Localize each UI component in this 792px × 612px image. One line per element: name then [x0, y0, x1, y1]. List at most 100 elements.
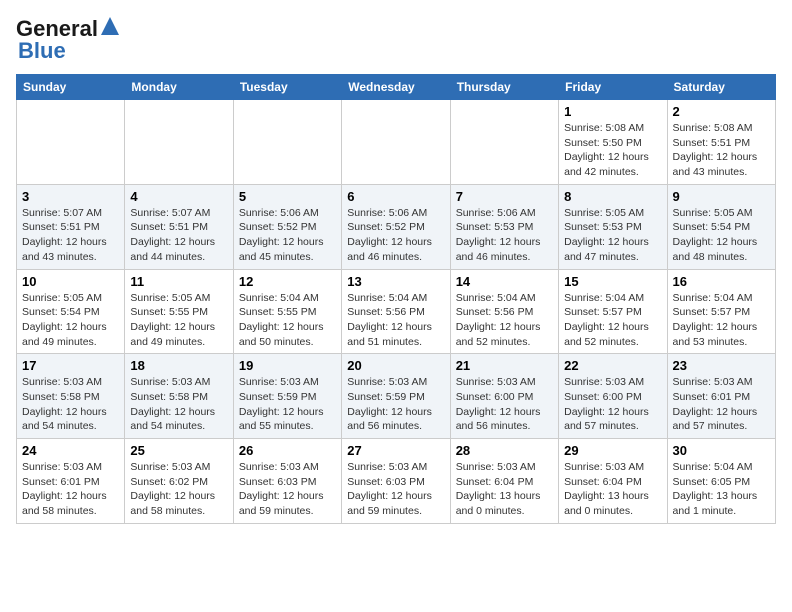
day-number: 17	[22, 358, 119, 373]
day-info: Sunrise: 5:04 AM Sunset: 5:55 PM Dayligh…	[239, 291, 336, 350]
calendar-cell: 4 Sunrise: 5:07 AM Sunset: 5:51 PM Daylig…	[125, 184, 233, 269]
day-number: 2	[673, 104, 770, 119]
day-number: 25	[130, 443, 227, 458]
calendar-cell: 27 Sunrise: 5:03 AM Sunset: 6:03 PM Dayli…	[342, 439, 450, 524]
day-number: 22	[564, 358, 661, 373]
day-number: 10	[22, 274, 119, 289]
calendar-cell: 25 Sunrise: 5:03 AM Sunset: 6:02 PM Dayli…	[125, 439, 233, 524]
weekday-header-thursday: Thursday	[450, 75, 558, 100]
day-info: Sunrise: 5:03 AM Sunset: 6:04 PM Dayligh…	[456, 460, 553, 519]
day-number: 3	[22, 189, 119, 204]
calendar-week-row: 1 Sunrise: 5:08 AM Sunset: 5:50 PM Daylig…	[17, 100, 776, 185]
calendar-cell	[342, 100, 450, 185]
weekday-header-wednesday: Wednesday	[342, 75, 450, 100]
calendar-cell	[450, 100, 558, 185]
calendar-cell: 20Sunrise: 5:03 AM Sunset: 5:59 PM Dayli…	[342, 354, 450, 439]
calendar-cell: 3 Sunrise: 5:07 AM Sunset: 5:51 PM Daylig…	[17, 184, 125, 269]
day-info: Sunrise: 5:04 AM Sunset: 5:56 PM Dayligh…	[347, 291, 444, 350]
day-number: 30	[673, 443, 770, 458]
day-number: 14	[456, 274, 553, 289]
calendar-week-row: 10 Sunrise: 5:05 AM Sunset: 5:54 PM Dayli…	[17, 269, 776, 354]
calendar-cell	[125, 100, 233, 185]
day-info: Sunrise: 5:08 AM Sunset: 5:51 PM Dayligh…	[673, 121, 770, 180]
day-info: Sunrise: 5:08 AM Sunset: 5:50 PM Dayligh…	[564, 121, 661, 180]
weekday-header-sunday: Sunday	[17, 75, 125, 100]
day-number: 19	[239, 358, 336, 373]
calendar-cell: 7 Sunrise: 5:06 AM Sunset: 5:53 PM Daylig…	[450, 184, 558, 269]
day-number: 6	[347, 189, 444, 204]
day-number: 21	[456, 358, 553, 373]
day-number: 24	[22, 443, 119, 458]
calendar-cell: 24 Sunrise: 5:03 AM Sunset: 6:01 PM Dayli…	[17, 439, 125, 524]
day-info: Sunrise: 5:05 AM Sunset: 5:55 PM Dayligh…	[130, 291, 227, 350]
day-number: 4	[130, 189, 227, 204]
calendar-cell: 2 Sunrise: 5:08 AM Sunset: 5:51 PM Daylig…	[667, 100, 775, 185]
day-number: 11	[130, 274, 227, 289]
day-number: 27	[347, 443, 444, 458]
day-info: Sunrise: 5:03 AM Sunset: 5:58 PM Dayligh…	[22, 375, 119, 434]
day-info: Sunrise: 5:04 AM Sunset: 6:05 PM Dayligh…	[673, 460, 770, 519]
calendar-cell: 18 Sunrise: 5:03 AM Sunset: 5:58 PM Dayli…	[125, 354, 233, 439]
calendar-cell: 9 Sunrise: 5:05 AM Sunset: 5:54 PM Daylig…	[667, 184, 775, 269]
calendar-cell: 28 Sunrise: 5:03 AM Sunset: 6:04 PM Dayli…	[450, 439, 558, 524]
calendar-table: SundayMondayTuesdayWednesdayThursdayFrid…	[16, 74, 776, 524]
day-number: 12	[239, 274, 336, 289]
day-info: Sunrise: 5:07 AM Sunset: 5:51 PM Dayligh…	[130, 206, 227, 265]
calendar-cell: 21 Sunrise: 5:03 AM Sunset: 6:00 PM Dayli…	[450, 354, 558, 439]
day-info: Sunrise: 5:03 AM Sunset: 5:59 PM Dayligh…	[239, 375, 336, 434]
calendar-cell: 10 Sunrise: 5:05 AM Sunset: 5:54 PM Dayli…	[17, 269, 125, 354]
day-number: 1	[564, 104, 661, 119]
day-number: 9	[673, 189, 770, 204]
calendar-cell	[233, 100, 341, 185]
day-info: Sunrise: 5:03 AM Sunset: 6:00 PM Dayligh…	[456, 375, 553, 434]
calendar-cell: 29Sunrise: 5:03 AM Sunset: 6:04 PM Dayli…	[559, 439, 667, 524]
weekday-header-tuesday: Tuesday	[233, 75, 341, 100]
calendar-cell: 5 Sunrise: 5:06 AM Sunset: 5:52 PM Daylig…	[233, 184, 341, 269]
calendar-week-row: 17 Sunrise: 5:03 AM Sunset: 5:58 PM Dayli…	[17, 354, 776, 439]
day-number: 28	[456, 443, 553, 458]
calendar-cell: 11 Sunrise: 5:05 AM Sunset: 5:55 PM Dayli…	[125, 269, 233, 354]
day-info: Sunrise: 5:03 AM Sunset: 6:03 PM Dayligh…	[347, 460, 444, 519]
day-number: 23	[673, 358, 770, 373]
calendar-week-row: 24 Sunrise: 5:03 AM Sunset: 6:01 PM Dayli…	[17, 439, 776, 524]
day-number: 18	[130, 358, 227, 373]
day-info: Sunrise: 5:05 AM Sunset: 5:53 PM Dayligh…	[564, 206, 661, 265]
logo: General Blue	[16, 16, 119, 64]
logo-icon	[101, 17, 119, 39]
calendar-cell: 13 Sunrise: 5:04 AM Sunset: 5:56 PM Dayli…	[342, 269, 450, 354]
day-number: 20	[347, 358, 444, 373]
calendar-header: SundayMondayTuesdayWednesdayThursdayFrid…	[17, 75, 776, 100]
day-number: 13	[347, 274, 444, 289]
day-info: Sunrise: 5:06 AM Sunset: 5:52 PM Dayligh…	[239, 206, 336, 265]
weekday-header-saturday: Saturday	[667, 75, 775, 100]
day-info: Sunrise: 5:03 AM Sunset: 6:01 PM Dayligh…	[22, 460, 119, 519]
calendar-cell: 14 Sunrise: 5:04 AM Sunset: 5:56 PM Dayli…	[450, 269, 558, 354]
day-info: Sunrise: 5:06 AM Sunset: 5:53 PM Dayligh…	[456, 206, 553, 265]
day-info: Sunrise: 5:03 AM Sunset: 6:00 PM Dayligh…	[564, 375, 661, 434]
calendar-cell: 16 Sunrise: 5:04 AM Sunset: 5:57 PM Dayli…	[667, 269, 775, 354]
day-info: Sunrise: 5:03 AM Sunset: 6:04 PM Dayligh…	[564, 460, 661, 519]
day-info: Sunrise: 5:05 AM Sunset: 5:54 PM Dayligh…	[22, 291, 119, 350]
day-number: 15	[564, 274, 661, 289]
calendar-week-row: 3 Sunrise: 5:07 AM Sunset: 5:51 PM Daylig…	[17, 184, 776, 269]
calendar-cell: 22 Sunrise: 5:03 AM Sunset: 6:00 PM Dayli…	[559, 354, 667, 439]
day-number: 16	[673, 274, 770, 289]
day-info: Sunrise: 5:05 AM Sunset: 5:54 PM Dayligh…	[673, 206, 770, 265]
calendar-cell: 1 Sunrise: 5:08 AM Sunset: 5:50 PM Daylig…	[559, 100, 667, 185]
day-info: Sunrise: 5:03 AM Sunset: 6:03 PM Dayligh…	[239, 460, 336, 519]
day-info: Sunrise: 5:07 AM Sunset: 5:51 PM Dayligh…	[22, 206, 119, 265]
calendar-cell: 26Sunrise: 5:03 AM Sunset: 6:03 PM Dayli…	[233, 439, 341, 524]
day-info: Sunrise: 5:04 AM Sunset: 5:57 PM Dayligh…	[673, 291, 770, 350]
day-number: 5	[239, 189, 336, 204]
day-info: Sunrise: 5:03 AM Sunset: 6:02 PM Dayligh…	[130, 460, 227, 519]
weekday-header-friday: Friday	[559, 75, 667, 100]
calendar-cell	[17, 100, 125, 185]
day-info: Sunrise: 5:03 AM Sunset: 5:58 PM Dayligh…	[130, 375, 227, 434]
day-info: Sunrise: 5:04 AM Sunset: 5:56 PM Dayligh…	[456, 291, 553, 350]
calendar-cell: 8 Sunrise: 5:05 AM Sunset: 5:53 PM Daylig…	[559, 184, 667, 269]
calendar-cell: 6Sunrise: 5:06 AM Sunset: 5:52 PM Daylig…	[342, 184, 450, 269]
page-header: General Blue	[16, 16, 776, 64]
day-number: 7	[456, 189, 553, 204]
day-number: 8	[564, 189, 661, 204]
calendar-cell: 30 Sunrise: 5:04 AM Sunset: 6:05 PM Dayli…	[667, 439, 775, 524]
